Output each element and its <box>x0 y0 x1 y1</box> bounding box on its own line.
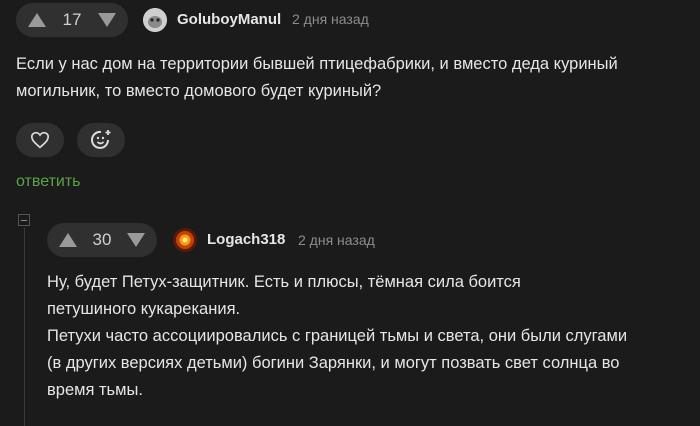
timestamp[interactable]: 2 дня назад <box>292 11 369 27</box>
upvote-icon[interactable] <box>28 13 46 27</box>
emoji-add-icon <box>91 130 111 149</box>
vote-widget: 17 <box>16 3 128 37</box>
avatar[interactable] <box>143 8 167 32</box>
heart-icon <box>30 131 50 149</box>
comment-text: Если у нас дом на территории бывшей птиц… <box>16 55 618 100</box>
downvote-icon[interactable] <box>97 13 116 27</box>
timestamp[interactable]: 2 дня назад <box>298 232 375 248</box>
downvote-icon[interactable] <box>126 233 145 247</box>
username[interactable]: GoluboyManul <box>177 11 281 28</box>
emoji-button[interactable] <box>77 123 125 157</box>
collapse-thread-button[interactable] <box>18 214 30 226</box>
like-button[interactable] <box>16 123 64 157</box>
upvote-icon[interactable] <box>59 233 77 247</box>
vote-count: 30 <box>92 230 112 249</box>
reply-link[interactable]: ответить <box>16 173 81 191</box>
vote-widget: 30 <box>47 223 157 257</box>
vote-count: 17 <box>62 10 82 29</box>
avatar[interactable] <box>173 228 197 252</box>
thread-line[interactable] <box>24 228 25 426</box>
username[interactable]: Logach318 <box>207 231 285 248</box>
comment-text: Ну, будет Петух-защитник. Есть и плюсы, … <box>47 273 628 399</box>
